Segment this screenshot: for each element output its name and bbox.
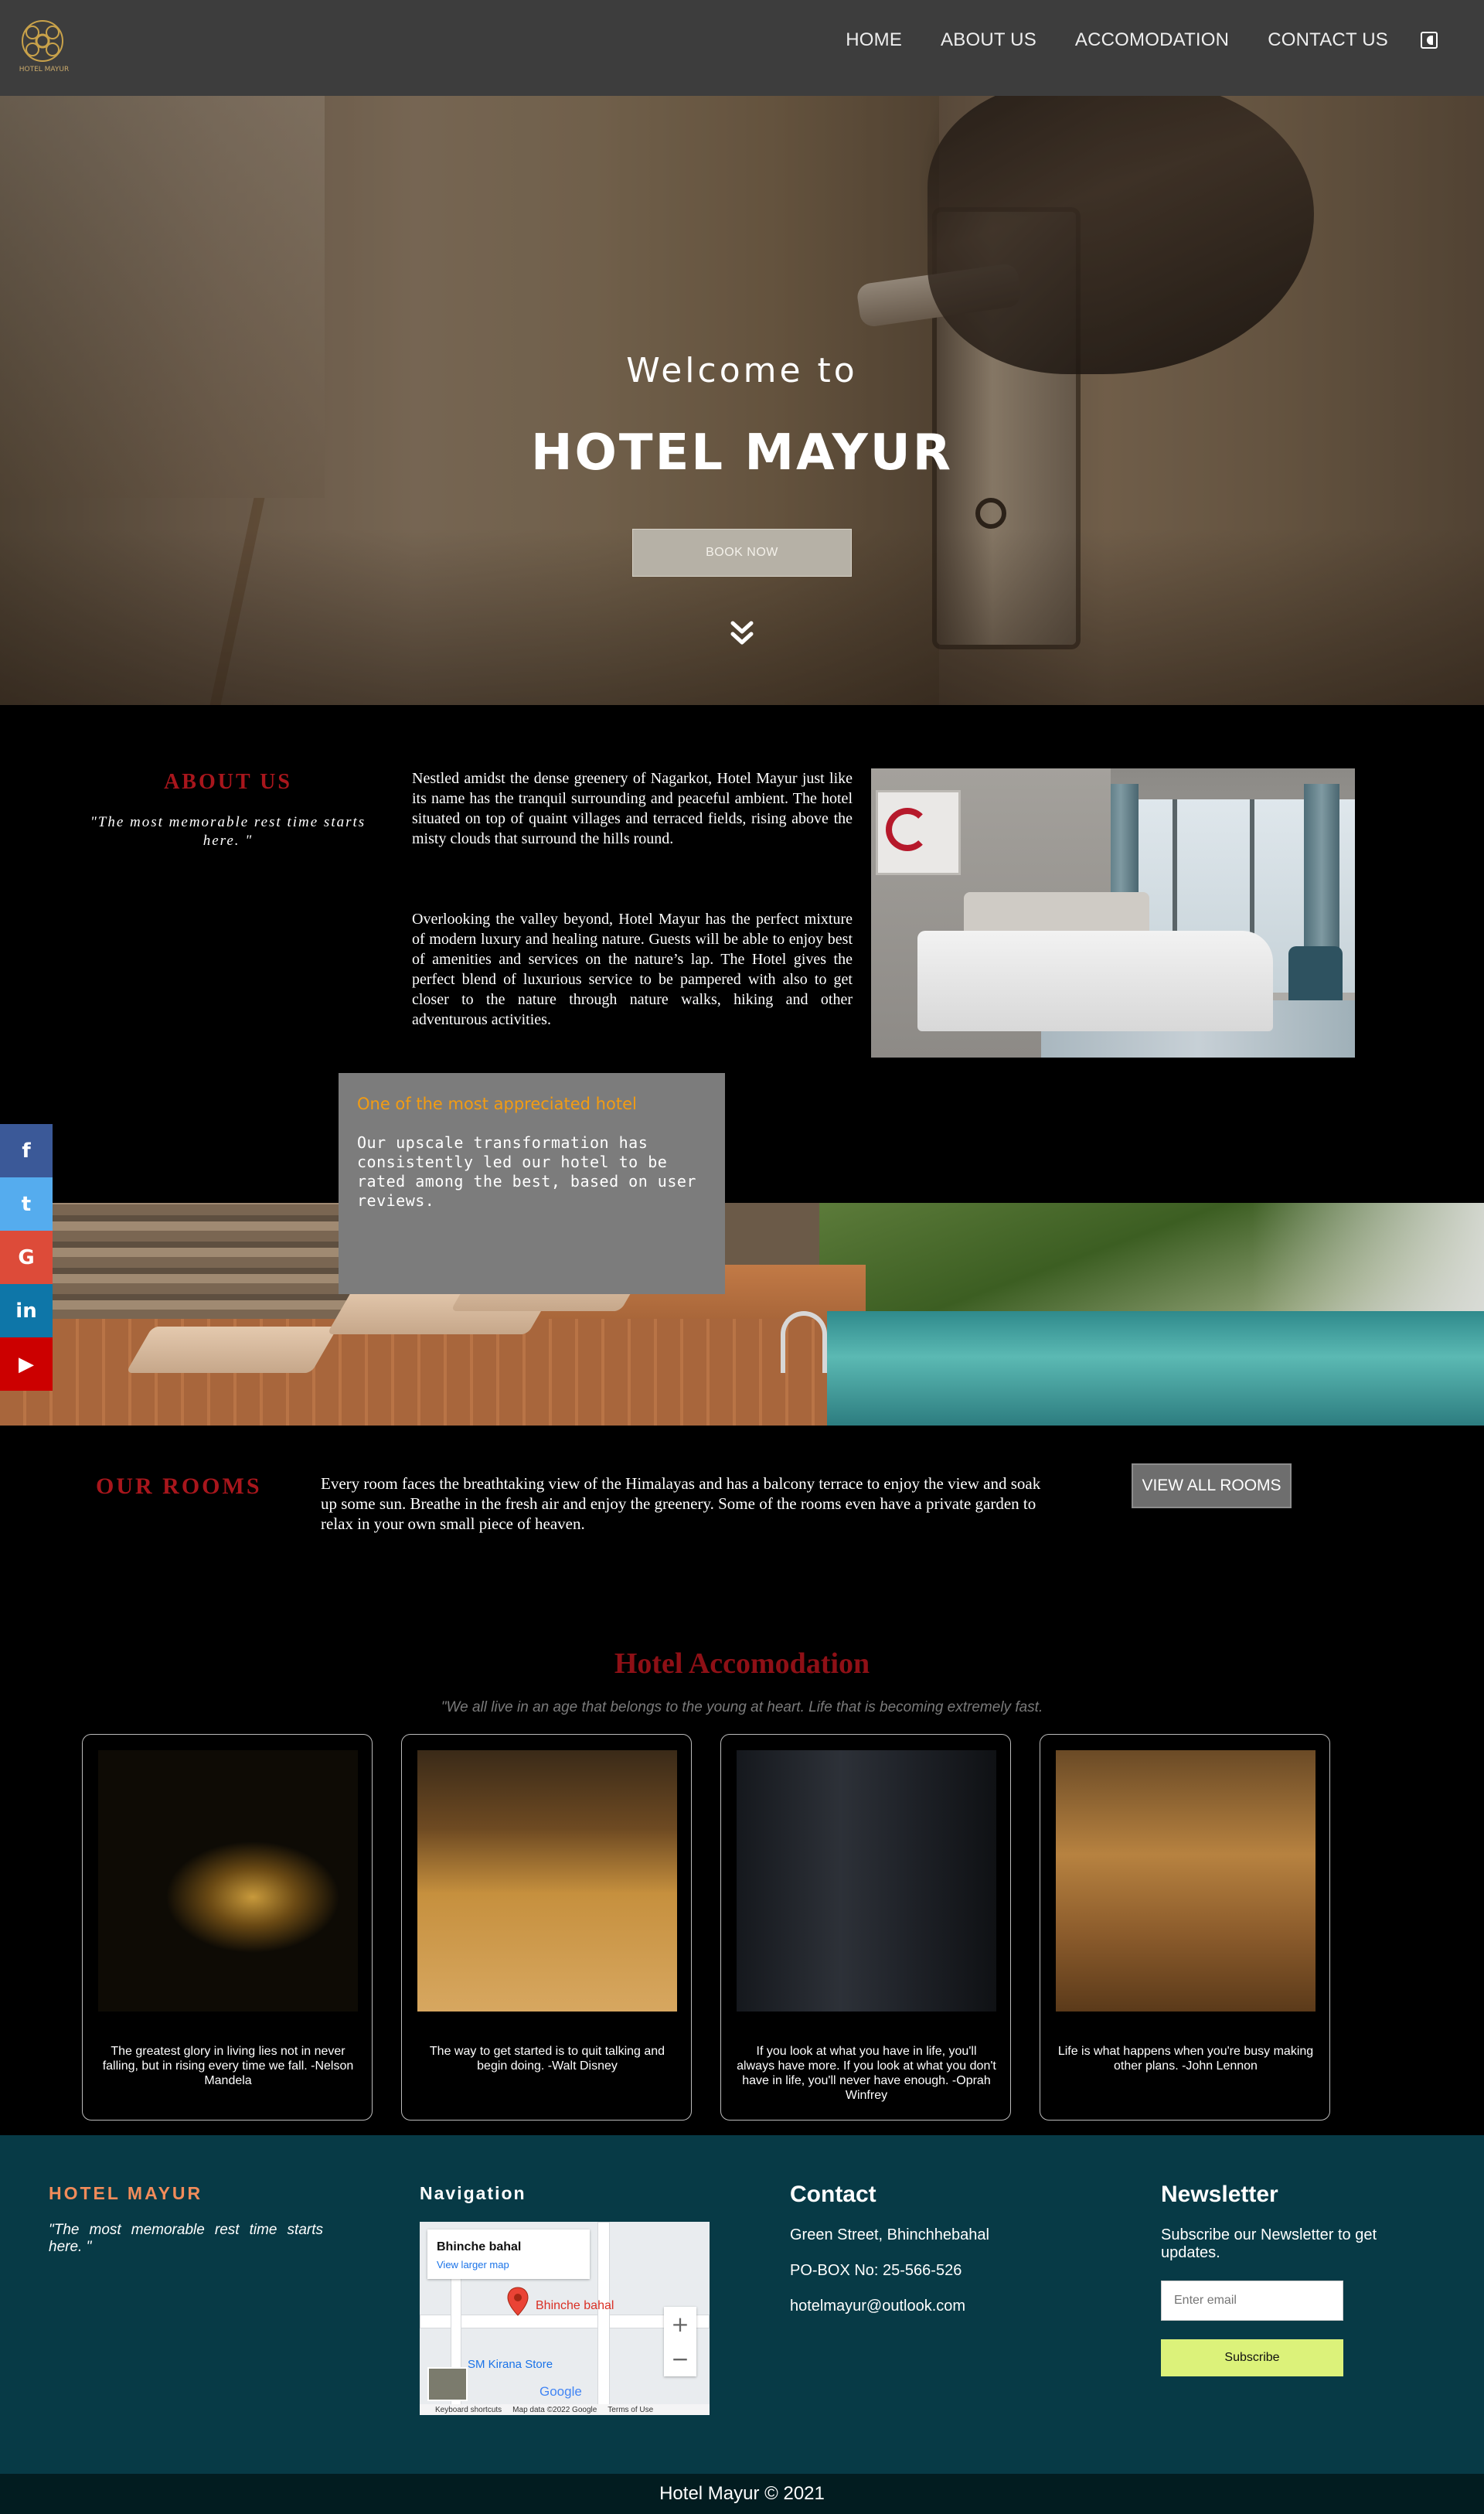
twitter-icon[interactable]: t — [0, 1177, 53, 1231]
lobby-image — [417, 1750, 677, 2012]
nav-about-link[interactable]: ABOUT US — [941, 29, 1036, 51]
footer-brand: HOTEL MAYUR — [49, 2183, 203, 2203]
top-navbar: HOTEL MAYUR HOME ABOUT US ACCOMODATION C… — [0, 0, 1484, 96]
hero-subtitle: Welcome to — [626, 351, 858, 390]
hotel-room-image — [871, 768, 1355, 1058]
card-caption: Life is what happens when you're busy ma… — [1057, 2045, 1314, 2073]
card-caption: If you look at what you have in life, yo… — [737, 2045, 996, 2102]
contact-pobox: PO-BOX No: 25-566-526 — [790, 2262, 962, 2279]
card-caption: The greatest glory in living lies not in… — [102, 2045, 354, 2087]
newsletter-text: Subscribe our Newsletter to get updates. — [1161, 2226, 1377, 2261]
terms-link[interactable]: Terms of Use — [608, 2406, 653, 2414]
hotel-logo[interactable]: HOTEL MAYUR — [15, 17, 70, 79]
nav-home-link[interactable]: HOME — [846, 29, 902, 51]
footer-quote: "The most memorable rest time starts her… — [49, 2222, 323, 2255]
keyboard-shortcuts-link[interactable]: Keyboard shortcuts — [435, 2406, 502, 2414]
map-place-name: Bhinche bahal — [437, 2240, 522, 2253]
copyright-bar: Hotel Mayur © 2021 — [0, 2474, 1484, 2514]
our-rooms-text: Every room faces the breathtaking view o… — [321, 1474, 1041, 1533]
contact-email[interactable]: hotelmayur@outlook.com — [790, 2298, 965, 2315]
zoom-out-button[interactable]: − — [671, 2346, 689, 2372]
map-store-label: SM Kirana Store — [468, 2358, 553, 2371]
appreciated-title: One of the most appreciated hotel — [357, 1095, 637, 1113]
contrast-toggle-icon[interactable] — [1421, 32, 1438, 49]
nav-accomodation-link[interactable]: ACCOMODATION — [1075, 29, 1229, 51]
double-chevron-down-icon[interactable] — [727, 618, 757, 649]
map-attribution: Keyboard shortcuts Map data ©2022 Google… — [420, 2404, 710, 2415]
book-now-button[interactable]: BOOK NOW — [632, 529, 852, 577]
footer-contact-title: Contact — [790, 2182, 876, 2207]
social-share-bar: f t G in ▶ — [0, 1124, 53, 1391]
newsletter-email-input[interactable] — [1161, 2281, 1343, 2321]
accomodation-card[interactable]: If you look at what you have in life, yo… — [720, 1734, 1011, 2121]
google-icon[interactable]: G — [0, 1231, 53, 1284]
bartender-image — [737, 1750, 996, 2012]
accomodation-card[interactable]: The greatest glory in living lies not in… — [82, 1734, 373, 2121]
peacock-logo-icon — [22, 20, 63, 62]
appreciated-hotel-card: One of the most appreciated hotel Our up… — [339, 1073, 725, 1294]
nav-contact-link[interactable]: CONTACT US — [1268, 29, 1388, 51]
google-logo: Google — [539, 2384, 582, 2399]
footer-navigation-title: Navigation — [420, 2183, 526, 2203]
subscribe-button[interactable]: Subscribe — [1161, 2339, 1343, 2376]
about-quote: "The most memorable rest time starts her… — [90, 814, 366, 849]
youtube-icon[interactable]: ▶ — [0, 1337, 53, 1391]
accomodation-card[interactable]: Life is what happens when you're busy ma… — [1040, 1734, 1330, 2121]
map-pin-label: Bhinche bahal — [536, 2299, 614, 2312]
page: HOTEL MAYUR HOME ABOUT US ACCOMODATION C… — [0, 0, 1484, 2514]
card-caption: The way to get started is to quit talkin… — [429, 2045, 665, 2073]
about-title: ABOUT US — [164, 770, 292, 794]
view-all-rooms-button[interactable]: VIEW ALL ROOMS — [1132, 1463, 1292, 1508]
hotel-night-image — [98, 1750, 358, 2012]
linkedin-icon[interactable]: in — [0, 1284, 53, 1337]
accomodation-card[interactable]: The way to get started is to quit talkin… — [401, 1734, 692, 2121]
zoom-in-button[interactable]: + — [671, 2311, 689, 2337]
accomodation-title: Hotel Accomodation — [614, 1647, 870, 1680]
location-map[interactable]: Bhinche bahal View larger map Bhinche ba… — [420, 2222, 710, 2415]
restaurant-image — [1056, 1750, 1316, 2012]
about-paragraph-1: Nestled amidst the dense greenery of Nag… — [412, 770, 853, 847]
map-satellite-thumbnail[interactable] — [427, 2367, 468, 2401]
pool-deck-image — [0, 1203, 1484, 1426]
about-paragraph-2: Overlooking the valley beyond, Hotel May… — [412, 911, 853, 1028]
map-info-card: Bhinche bahal View larger map — [427, 2230, 590, 2279]
map-data-text: Map data ©2022 Google — [512, 2405, 597, 2414]
accomodation-quote: "We all live in an age that belongs to t… — [441, 1699, 1043, 1715]
logo-text: HOTEL MAYUR — [19, 66, 70, 73]
facebook-icon[interactable]: f — [0, 1124, 53, 1177]
map-zoom-controls: + − — [664, 2307, 696, 2376]
appreciated-text: Our upscale transformation has consisten… — [357, 1133, 696, 1210]
nav-links: HOME ABOUT US ACCOMODATION CONTACT US — [846, 29, 1438, 51]
hero-title: HOTEL MAYUR — [530, 424, 954, 482]
footer-newsletter-title: Newsletter — [1161, 2182, 1278, 2207]
view-larger-map-link[interactable]: View larger map — [437, 2259, 509, 2270]
our-rooms-title: OUR ROOMS — [96, 1473, 262, 1499]
contact-address: Green Street, Bhinchhebahal — [790, 2226, 989, 2243]
hero-banner: Welcome to HOTEL MAYUR BOOK NOW — [0, 96, 1484, 705]
map-pin-icon[interactable] — [506, 2287, 529, 2316]
